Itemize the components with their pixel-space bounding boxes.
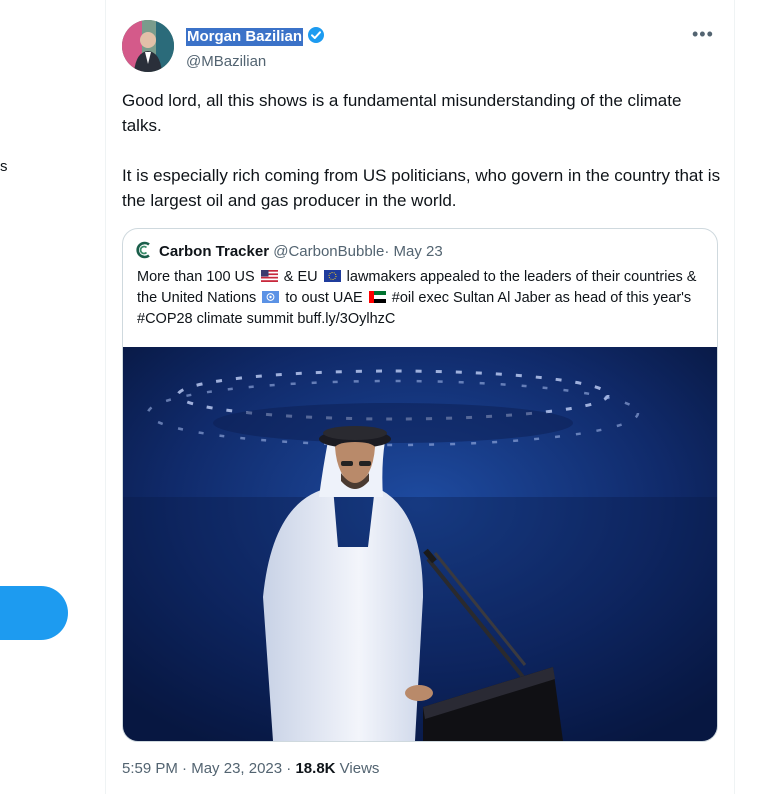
author-handle[interactable]: @MBazilian (186, 53, 325, 70)
tweet-time[interactable]: 5:59 PM (122, 760, 178, 777)
views-label: Views (339, 760, 380, 777)
quote-text-part: More than 100 US (137, 269, 255, 285)
carbon-tracker-logo-icon (135, 241, 153, 263)
post-button[interactable] (0, 586, 68, 640)
uae-flag-icon (368, 289, 386, 303)
more-icon[interactable]: ••• (692, 24, 714, 45)
tweet-paragraph: It is especially rich coming from US pol… (122, 166, 721, 210)
sidebar-fragment-text: s (0, 158, 8, 175)
tweet-text: Good lord, all this shows is a fundament… (122, 88, 722, 238)
un-flag-icon (262, 289, 280, 303)
views-count: 18.8K (295, 760, 336, 777)
quoted-tweet[interactable]: Carbon Tracker @CarbonBubble· May 23 Mor… (122, 228, 718, 742)
tweet: Morgan Bazilian @MBazilian ••• Good lord… (106, 0, 734, 794)
author-name[interactable]: Morgan Bazilian (186, 28, 304, 46)
quote-text-part: to oust UAE (285, 290, 363, 306)
avatar[interactable] (122, 20, 174, 72)
quote-text: More than 100 US & EU lawmakers appealed… (137, 267, 707, 330)
quote-date[interactable]: May 23 (394, 243, 443, 260)
left-sidebar: s (0, 0, 105, 794)
quote-media-image[interactable] (123, 347, 717, 741)
verified-badge-icon (307, 26, 325, 49)
eu-flag-icon (323, 268, 341, 282)
meta-separator: · (286, 760, 292, 777)
quote-author-name[interactable]: Carbon Tracker (159, 243, 269, 260)
tweet-date[interactable]: May 23, 2023 (191, 760, 282, 777)
meta-separator: · (182, 760, 188, 777)
right-sidebar (735, 0, 768, 794)
quote-text-part: & EU (283, 269, 318, 285)
us-flag-icon (260, 268, 278, 282)
tweet-metadata: 5:59 PM · May 23, 2023 · 18.8K Views (122, 760, 379, 777)
tweet-paragraph: Good lord, all this shows is a fundament… (122, 91, 682, 135)
quote-author-handle[interactable]: @CarbonBubble (273, 243, 384, 260)
quote-separator: · (384, 243, 390, 260)
